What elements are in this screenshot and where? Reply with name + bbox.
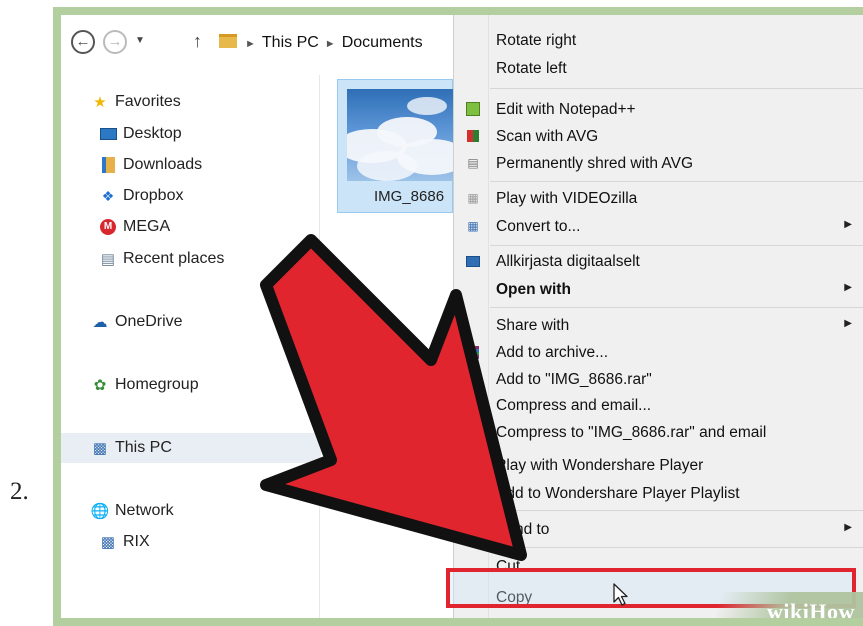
screenshot-frame: ← → ▼ ↑ ► This PC ► Documents ★ Favorites De…: [53, 7, 863, 626]
explorer-window: ← → ▼ ↑ ► This PC ► Documents ★ Favorites De…: [61, 15, 863, 618]
wikihow-watermark: wikiHow: [767, 599, 855, 618]
step-number: 2.: [10, 478, 29, 505]
red-arrow-annotation: [260, 234, 527, 561]
